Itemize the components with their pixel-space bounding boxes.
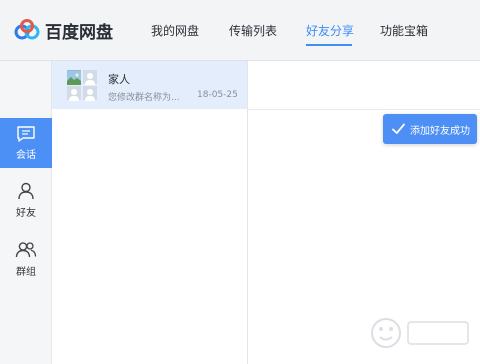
success-toast: 添加好友成功 — [383, 114, 477, 144]
tab-toolbox[interactable]: 功能宝箱 — [380, 22, 428, 39]
toast-text: 添加好友成功 — [410, 126, 470, 137]
conversation-name: 家人 — [108, 73, 130, 86]
avatar-tile — [83, 86, 97, 101]
cloud-logo-icon — [14, 19, 40, 40]
top-header: 百度网盘 我的网盘 传输列表 好友分享 功能宝箱 — [0, 0, 480, 61]
conversation-date: 18-05-25 — [197, 90, 238, 100]
watermark-logo — [371, 318, 469, 348]
tab-friend-share[interactable]: 好友分享 — [306, 22, 354, 39]
rail-item-groups[interactable]: 群组 — [0, 237, 52, 287]
avatar-tile-photo — [67, 70, 81, 85]
conversation-preview: 您修改群名称为... — [108, 93, 180, 103]
group-icon — [15, 242, 37, 258]
user-icon — [18, 182, 34, 200]
active-tab-indicator — [306, 44, 352, 46]
chat-icon — [17, 126, 35, 142]
tab-transfer-list[interactable]: 传输列表 — [229, 22, 277, 39]
rail-item-chat-label: 会话 — [16, 150, 36, 161]
check-icon — [392, 123, 405, 134]
app-logo[interactable]: 百度网盘 — [13, 14, 113, 46]
group-avatar — [67, 70, 98, 101]
conversation-list: 家人 您修改群名称为... 18-05-25 — [52, 61, 248, 364]
rail-item-chat[interactable]: 会话 — [0, 118, 52, 168]
app-logo-text: 百度网盘 — [45, 22, 113, 43]
avatar-tile — [67, 86, 81, 101]
avatar-tile — [83, 70, 97, 85]
tab-my-disk[interactable]: 我的网盘 — [151, 22, 199, 39]
conversation-item[interactable]: 家人 您修改群名称为... 18-05-25 — [52, 61, 247, 109]
rail-item-friends-label: 好友 — [16, 208, 36, 219]
divider — [248, 109, 480, 110]
rail-item-friends[interactable]: 好友 — [0, 177, 52, 227]
left-rail: 会话 好友 群组 — [0, 61, 52, 364]
rail-item-groups-label: 群组 — [16, 267, 36, 278]
